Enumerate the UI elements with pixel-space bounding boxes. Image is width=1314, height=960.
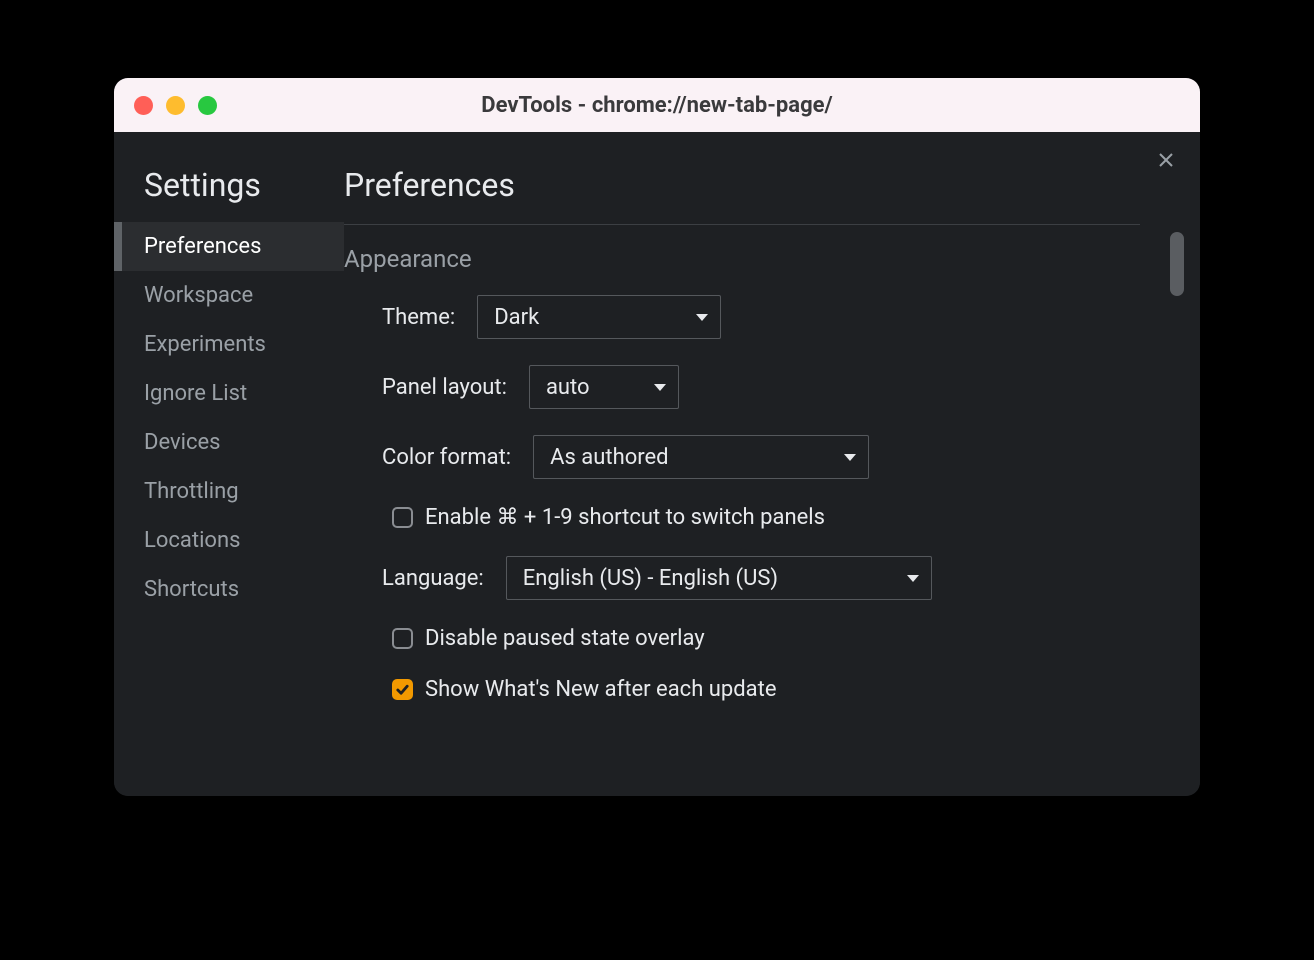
chevron-down-icon — [654, 384, 666, 391]
disable-paused-overlay-row: Disable paused state overlay — [382, 626, 1200, 651]
sidebar-item-workspace[interactable]: Workspace — [114, 271, 344, 320]
chevron-down-icon — [907, 575, 919, 582]
show-whats-new-checkbox[interactable] — [392, 679, 413, 700]
panel-layout-row: Panel layout: auto — [382, 365, 1200, 409]
panel-layout-select[interactable]: auto — [529, 365, 679, 409]
sidebar-item-locations[interactable]: Locations — [114, 516, 344, 565]
sidebar-item-label: Workspace — [144, 283, 253, 308]
theme-row: Theme: Dark — [382, 295, 1200, 339]
devtools-settings-window: DevTools - chrome://new-tab-page/ Settin… — [114, 78, 1200, 796]
window-title: DevTools - chrome://new-tab-page/ — [114, 93, 1200, 118]
language-row: Language: English (US) - English (US) — [382, 556, 1200, 600]
show-whats-new-row: Show What's New after each update — [382, 677, 1200, 702]
scrollbar-track[interactable] — [1170, 232, 1184, 790]
sidebar-title: Settings — [114, 166, 344, 222]
window-zoom-button[interactable] — [198, 96, 217, 115]
window-close-button[interactable] — [134, 96, 153, 115]
sidebar-item-label: Ignore List — [144, 381, 247, 406]
disable-paused-overlay-label: Disable paused state overlay — [425, 626, 705, 651]
settings-main: Preferences Appearance Theme: Dark Panel… — [344, 132, 1200, 796]
enable-shortcut-row: Enable ⌘ + 1-9 shortcut to switch panels — [382, 505, 1200, 530]
window-minimize-button[interactable] — [166, 96, 185, 115]
sidebar-item-throttling[interactable]: Throttling — [114, 467, 344, 516]
color-format-row: Color format: As authored — [382, 435, 1200, 479]
language-select[interactable]: English (US) - English (US) — [506, 556, 932, 600]
sidebar-item-label: Shortcuts — [144, 577, 239, 602]
sidebar-item-ignore-list[interactable]: Ignore List — [114, 369, 344, 418]
disable-paused-overlay-checkbox[interactable] — [392, 628, 413, 649]
section-title-appearance: Appearance — [344, 245, 1200, 273]
panel-layout-select-value: auto — [546, 375, 590, 400]
settings-body: Settings Preferences Workspace Experimen… — [114, 132, 1200, 796]
settings-sidebar: Settings Preferences Workspace Experimen… — [114, 132, 344, 796]
color-format-select-value: As authored — [550, 445, 668, 470]
window-titlebar: DevTools - chrome://new-tab-page/ — [114, 78, 1200, 132]
sidebar-item-label: Devices — [144, 430, 221, 455]
appearance-form: Theme: Dark Panel layout: auto — [344, 295, 1200, 702]
sidebar-item-preferences[interactable]: Preferences — [114, 222, 344, 271]
language-select-value: English (US) - English (US) — [523, 566, 778, 591]
enable-shortcut-label: Enable ⌘ + 1-9 shortcut to switch panels — [425, 505, 825, 530]
sidebar-item-label: Locations — [144, 528, 240, 553]
language-label: Language: — [382, 566, 484, 591]
panel-layout-label: Panel layout: — [382, 375, 507, 400]
theme-select-value: Dark — [494, 305, 539, 330]
chevron-down-icon — [844, 454, 856, 461]
preferences-scroll-area: Appearance Theme: Dark Panel layout: aut… — [344, 225, 1200, 796]
page-title: Preferences — [344, 166, 1200, 204]
color-format-label: Color format: — [382, 445, 511, 470]
sidebar-item-label: Preferences — [144, 234, 261, 259]
theme-select[interactable]: Dark — [477, 295, 721, 339]
sidebar-item-label: Experiments — [144, 332, 266, 357]
sidebar-item-shortcuts[interactable]: Shortcuts — [114, 565, 344, 614]
traffic-lights — [114, 96, 217, 115]
sidebar-item-experiments[interactable]: Experiments — [114, 320, 344, 369]
show-whats-new-label: Show What's New after each update — [425, 677, 777, 702]
enable-shortcut-checkbox[interactable] — [392, 507, 413, 528]
sidebar-item-devices[interactable]: Devices — [114, 418, 344, 467]
sidebar-item-label: Throttling — [144, 479, 239, 504]
scrollbar-thumb[interactable] — [1170, 232, 1184, 296]
theme-label: Theme: — [382, 305, 455, 330]
color-format-select[interactable]: As authored — [533, 435, 869, 479]
chevron-down-icon — [696, 314, 708, 321]
